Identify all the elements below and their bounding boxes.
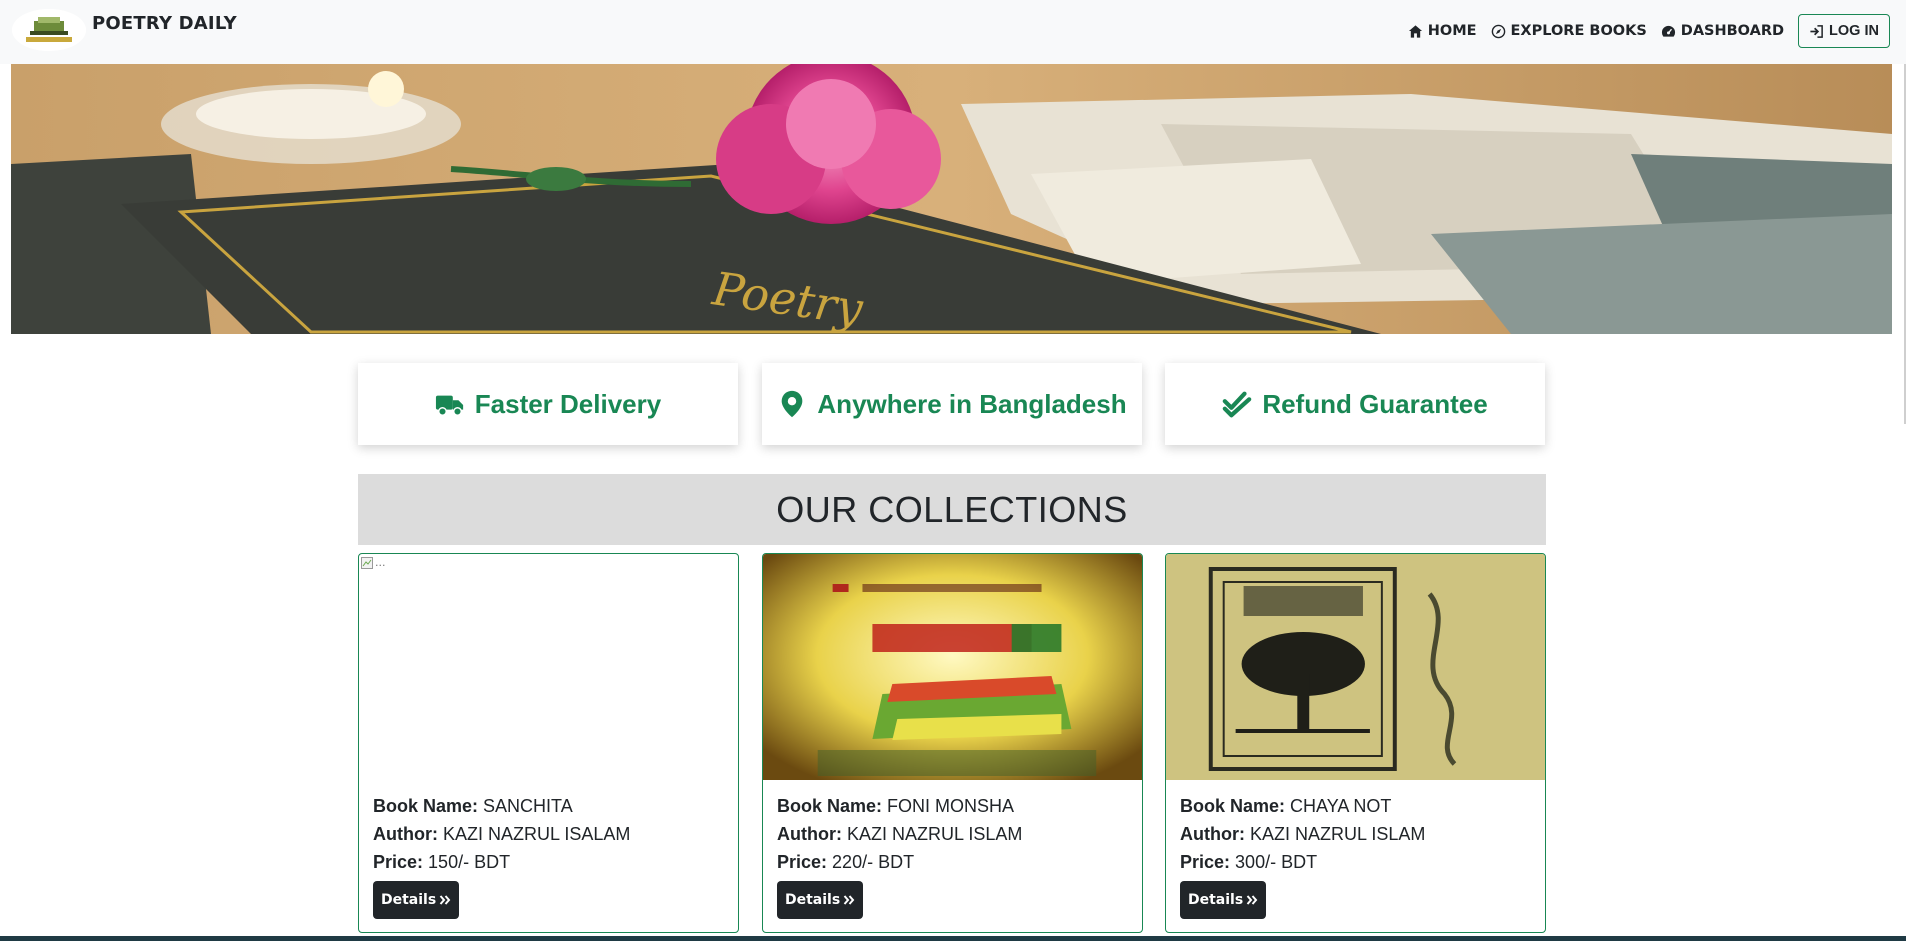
book-info: Book Name: FONI MONSHA Author: KAZI NAZR… bbox=[777, 792, 1132, 876]
price-value: 300/- BDT bbox=[1235, 852, 1318, 872]
hero-banner-image: Poetry bbox=[11, 64, 1892, 334]
login-button[interactable]: LOG IN bbox=[1798, 14, 1890, 48]
book-cover-image bbox=[1166, 554, 1545, 780]
footer-edge bbox=[0, 936, 1906, 941]
book-name-value: SANCHITA bbox=[483, 796, 573, 816]
book-name-label: Book Name: bbox=[373, 796, 479, 816]
book-name-label: Book Name: bbox=[777, 796, 883, 816]
book-card-sanchita: ... Book Name: SANCHITA Author: KAZI NAZ… bbox=[358, 553, 739, 933]
price-label: Price: bbox=[373, 852, 424, 872]
book-price-line: Price: 220/- BDT bbox=[777, 848, 1132, 876]
nav-explore-books-label: EXPLORE BOOKS bbox=[1510, 23, 1647, 39]
nav-home-link[interactable]: HOME bbox=[1408, 23, 1477, 39]
book-price-line: Price: 150/- BDT bbox=[373, 848, 728, 876]
feature-refund-label: Refund Guarantee bbox=[1262, 388, 1488, 419]
price-label: Price: bbox=[777, 852, 828, 872]
login-label: LOG IN bbox=[1829, 23, 1879, 39]
story-saga-logo[interactable] bbox=[12, 9, 86, 51]
details-button-label: Details bbox=[381, 892, 437, 908]
gauge-icon bbox=[1661, 24, 1676, 39]
book-cover-image bbox=[763, 554, 1142, 780]
double-check-icon bbox=[1222, 389, 1252, 419]
feature-card-delivery: Faster Delivery bbox=[358, 363, 738, 445]
author-value: KAZI NAZRUL ISLAM bbox=[1250, 824, 1426, 844]
book-name-value: CHAYA NOT bbox=[1290, 796, 1392, 816]
author-label: Author: bbox=[777, 824, 842, 844]
book-name-line: Book Name: CHAYA NOT bbox=[1180, 792, 1535, 820]
price-label: Price: bbox=[1180, 852, 1231, 872]
book-name-label: Book Name: bbox=[1180, 796, 1286, 816]
navbar: POETRY DAILY HOME EXPLORE BOOKS DASHBOAR… bbox=[0, 0, 1906, 64]
book-name-line: Book Name: SANCHITA bbox=[373, 792, 728, 820]
nav-home-label: HOME bbox=[1427, 23, 1477, 39]
compass-icon bbox=[1491, 24, 1506, 39]
nav-dashboard-label: DASHBOARD bbox=[1680, 23, 1785, 39]
book-card-foni-monsha: Book Name: FONI MONSHA Author: KAZI NAZR… bbox=[762, 553, 1143, 933]
location-pin-icon bbox=[777, 389, 807, 419]
truck-icon bbox=[435, 389, 465, 419]
sign-in-icon bbox=[1809, 24, 1824, 39]
book-info: Book Name: CHAYA NOT Author: KAZI NAZRUL… bbox=[1180, 792, 1535, 876]
collections-title: OUR COLLECTIONS bbox=[776, 488, 1128, 530]
book-card-chaya-not: Book Name: CHAYA NOT Author: KAZI NAZRUL… bbox=[1165, 553, 1546, 933]
details-button[interactable]: Details bbox=[777, 881, 864, 919]
price-value: 220/- BDT bbox=[832, 852, 915, 872]
feature-delivery-label: Faster Delivery bbox=[474, 388, 662, 419]
nav-links: HOME EXPLORE BOOKS DASHBOARD LOG IN bbox=[1408, 14, 1890, 48]
details-button[interactable]: Details bbox=[373, 881, 460, 919]
angles-right-icon bbox=[1246, 894, 1258, 906]
author-label: Author: bbox=[1180, 824, 1245, 844]
book-author-line: Author: KAZI NAZRUL ISLAM bbox=[777, 820, 1132, 848]
home-icon bbox=[1408, 24, 1423, 39]
brand-title[interactable]: POETRY DAILY bbox=[92, 13, 237, 34]
book-name-value: FONI MONSHA bbox=[887, 796, 1015, 816]
book-author-line: Author: KAZI NAZRUL ISALAM bbox=[373, 820, 728, 848]
feature-card-coverage: Anywhere in Bangladesh bbox=[762, 363, 1142, 445]
details-button-label: Details bbox=[785, 892, 841, 908]
feature-coverage-label: Anywhere in Bangladesh bbox=[817, 388, 1127, 419]
broken-image-icon: ... bbox=[361, 556, 386, 569]
price-value: 150/- BDT bbox=[428, 852, 511, 872]
feature-card-refund: Refund Guarantee bbox=[1165, 363, 1545, 445]
author-value: KAZI NAZRUL ISALAM bbox=[443, 824, 631, 844]
details-button-label: Details bbox=[1188, 892, 1244, 908]
book-info: Book Name: SANCHITA Author: KAZI NAZRUL … bbox=[373, 792, 728, 876]
nav-dashboard-link[interactable]: DASHBOARD bbox=[1661, 23, 1784, 39]
nav-explore-books-link[interactable]: EXPLORE BOOKS bbox=[1491, 23, 1647, 39]
book-cover-alt: ... bbox=[375, 556, 386, 569]
book-cover-image: ... bbox=[359, 554, 738, 780]
book-price-line: Price: 300/- BDT bbox=[1180, 848, 1535, 876]
author-label: Author: bbox=[373, 824, 438, 844]
angles-right-icon bbox=[843, 894, 855, 906]
collections-header: OUR COLLECTIONS bbox=[358, 474, 1546, 545]
book-name-line: Book Name: FONI MONSHA bbox=[777, 792, 1132, 820]
book-author-line: Author: KAZI NAZRUL ISLAM bbox=[1180, 820, 1535, 848]
angles-right-icon bbox=[439, 894, 451, 906]
author-value: KAZI NAZRUL ISLAM bbox=[847, 824, 1023, 844]
details-button[interactable]: Details bbox=[1180, 881, 1267, 919]
